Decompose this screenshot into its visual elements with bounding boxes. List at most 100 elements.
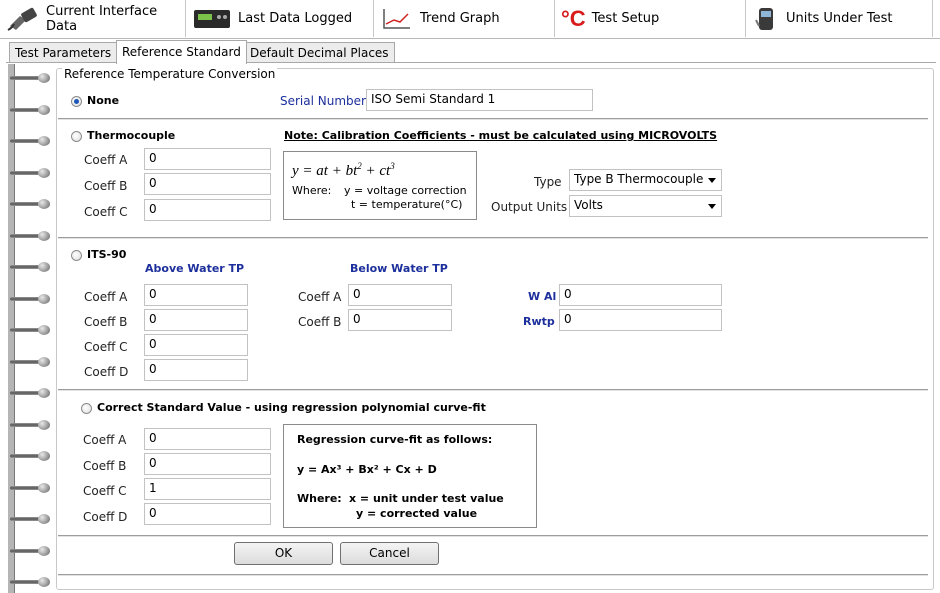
thermocouple-type-select[interactable]: Type B Thermocouple <box>569 169 722 191</box>
tc-coeff-b-input[interactable]: 0 <box>144 173 271 195</box>
its90-radio-label: ITS-90 <box>87 248 127 261</box>
ok-button[interactable]: OK <box>234 542 333 565</box>
reg-coeff-c-label: Coeff C <box>83 484 127 498</box>
output-units-label: Output Units <box>491 200 568 214</box>
tab-test-setup[interactable]: °C Test Setup <box>555 0 746 37</box>
regression-formula-box: Regression curve-fit as follows: y = Ax³… <box>283 424 537 528</box>
spiral-ring <box>10 165 54 181</box>
spiral-ring <box>10 259 54 275</box>
thermocouple-type-value: Type B Thermocouple <box>574 172 704 186</box>
its-below-coeff-b-input[interactable]: 0 <box>348 309 452 331</box>
where-label: Where: <box>292 184 332 197</box>
reg-coeff-d-input[interactable]: 0 <box>144 503 271 525</box>
tab-label: Last Data Logged <box>238 11 353 26</box>
its-above-coeff-a-label: Coeff A <box>84 290 128 304</box>
regression-radio[interactable] <box>81 403 92 414</box>
its-above-coeff-a-input[interactable]: 0 <box>144 284 248 306</box>
regression-where-label: Where: <box>297 492 342 505</box>
tab-label: Trend Graph <box>420 11 500 26</box>
tab-label: Test Setup <box>591 11 660 26</box>
serial-number-label: Serial Number <box>280 94 366 108</box>
tc-coeff-b-label: Coeff B <box>84 179 128 193</box>
formula-exponent-3: 3 <box>390 161 395 171</box>
tab-label: Current Interface Data <box>46 3 158 34</box>
none-radio[interactable] <box>71 96 82 107</box>
section-divider <box>58 389 928 391</box>
regression-where-y: y = corrected value <box>356 507 478 520</box>
type-label: Type <box>534 175 562 189</box>
spiral-ring <box>10 133 54 149</box>
spiral-ring <box>10 480 54 496</box>
rwtp-input[interactable]: 0 <box>559 309 722 331</box>
spiral-ring <box>10 417 54 433</box>
above-water-tp-label: Above Water TP <box>145 262 245 275</box>
group-title: Reference Temperature Conversion <box>62 67 278 81</box>
its-above-coeff-b-input[interactable]: 0 <box>144 309 248 331</box>
w-al-input[interactable]: 0 <box>559 284 722 306</box>
below-water-tp-label: Below Water TP <box>350 262 448 275</box>
spiral-ring <box>10 322 54 338</box>
subtab-default-decimal-places[interactable]: Default Decimal Places <box>244 42 395 63</box>
its-above-coeff-c-input[interactable]: 0 <box>144 334 248 356</box>
formula-text-mid: + ct <box>361 163 391 179</box>
its-above-coeff-d-input[interactable]: 0 <box>144 359 248 381</box>
subtab-test-parameters[interactable]: Test Parameters <box>9 42 118 63</box>
tc-coeff-c-label: Coeff C <box>84 205 128 219</box>
degrees-celsius-icon: °C <box>561 5 586 31</box>
its-above-coeff-c-label: Coeff C <box>84 340 128 354</box>
formula-text: y = at + bt <box>292 163 358 179</box>
none-radio-label: None <box>87 94 120 107</box>
data-logger-icon <box>192 6 232 32</box>
its90-radio[interactable] <box>71 250 82 261</box>
tab-last-data-logged[interactable]: Last Data Logged <box>186 0 374 37</box>
tab-units-under-test[interactable]: Units Under Test <box>746 0 933 37</box>
output-units-select[interactable]: Volts <box>569 195 722 217</box>
handheld-device-icon <box>752 6 780 32</box>
thermocouple-radio[interactable] <box>71 131 82 142</box>
serial-number-input[interactable]: ISO Semi Standard 1 <box>366 89 593 111</box>
reg-coeff-c-input[interactable]: 1 <box>144 478 271 500</box>
spiral-binding <box>8 64 52 593</box>
tab-current-interface-data[interactable]: Current Interface Data <box>0 0 186 37</box>
regression-box-title: Regression curve-fit as follows: <box>297 433 493 446</box>
spiral-ring <box>10 543 54 559</box>
output-units-value: Volts <box>574 198 603 212</box>
reg-coeff-a-label: Coeff A <box>83 433 127 447</box>
section-divider <box>58 237 928 239</box>
spiral-ring <box>10 511 54 527</box>
chevron-down-icon <box>708 178 716 183</box>
reg-coeff-a-input[interactable]: 0 <box>144 428 271 450</box>
spiral-ring <box>10 70 54 86</box>
reg-coeff-b-label: Coeff B <box>83 459 127 473</box>
its-below-coeff-b-label: Coeff B <box>298 315 342 329</box>
its-above-coeff-b-label: Coeff B <box>84 315 128 329</box>
tc-coeff-a-input[interactable]: 0 <box>144 148 271 170</box>
section-divider <box>58 574 928 576</box>
where-y-text: y = voltage correction <box>344 184 467 197</box>
regression-formula: y = Ax³ + Bx² + Cx + D <box>297 463 437 476</box>
its-above-coeff-d-label: Coeff D <box>84 365 129 379</box>
tc-coeff-a-label: Coeff A <box>84 153 128 167</box>
reg-coeff-b-input[interactable]: 0 <box>144 453 271 475</box>
spiral-ring <box>10 291 54 307</box>
subtab-reference-standard[interactable]: Reference Standard <box>116 40 247 64</box>
spiral-ring <box>10 385 54 401</box>
tc-coeff-c-input[interactable]: 0 <box>144 199 271 221</box>
calibration-note: Note: Calibration Coefficients - must be… <box>284 129 718 142</box>
regression-radio-label: Correct Standard Value - using regressio… <box>97 401 486 414</box>
where-t-text: t = temperature(°C) <box>351 198 463 211</box>
section-divider <box>58 118 928 120</box>
chevron-down-icon <box>708 204 716 209</box>
reg-coeff-d-label: Coeff D <box>83 510 128 524</box>
spiral-ring <box>10 196 54 212</box>
thermocouple-formula-box: y = at + bt2 + ct3 Where: y = voltage co… <box>283 151 477 220</box>
spiral-ring <box>10 448 54 464</box>
its-below-coeff-a-input[interactable]: 0 <box>348 284 452 306</box>
tab-trend-graph[interactable]: Trend Graph <box>374 0 555 37</box>
section-divider <box>58 535 928 537</box>
main-tab-bar: Current Interface Data Last Data Logged … <box>0 0 940 39</box>
cancel-button[interactable]: Cancel <box>340 542 439 565</box>
regression-where-x: x = unit under test value <box>349 492 504 505</box>
thermocouple-formula: y = at + bt2 + ct3 <box>292 161 395 180</box>
cable-connector-icon <box>6 6 40 32</box>
